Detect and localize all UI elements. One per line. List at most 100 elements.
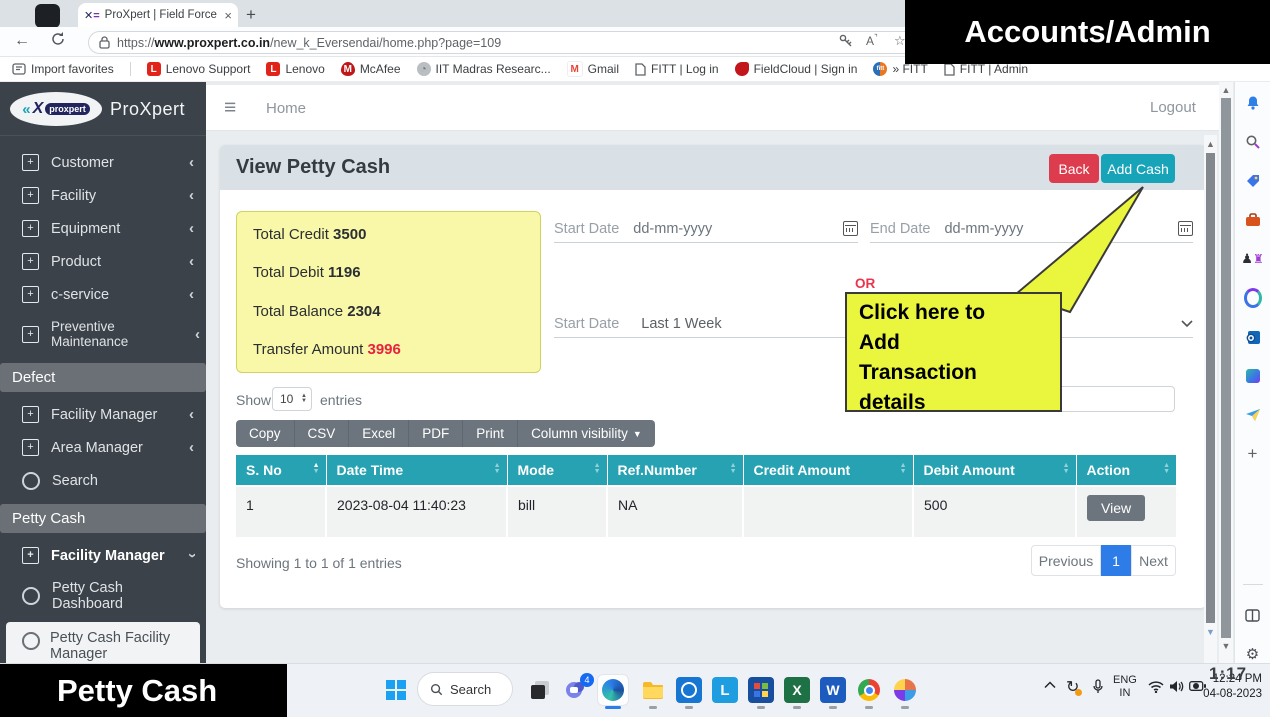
start-date-field[interactable]: Start Date dd-mm-yyyy [554, 215, 858, 243]
paint-button[interactable] [892, 677, 918, 703]
tray-expand-icon[interactable] [1044, 681, 1056, 689]
bookmark-import-favorites[interactable]: Import favorites [12, 62, 114, 76]
view-button[interactable]: View [1087, 495, 1145, 521]
chat-teams-button[interactable]: 4 [563, 677, 589, 703]
col-debit-amount[interactable]: Debit Amount▲▼ [913, 455, 1076, 486]
tab-close-icon[interactable]: × [224, 8, 232, 23]
brand-row[interactable]: «X proxpert ProXpert [0, 82, 206, 136]
sidebar-item-petty-cash-facility-manager[interactable]: Petty Cash Facility Manager [6, 622, 200, 663]
microsoft-store-button[interactable] [748, 677, 774, 703]
address-bar[interactable]: https://www.proxpert.co.in/new_k_Eversen… [88, 31, 968, 54]
print-button[interactable]: Print [463, 420, 518, 447]
calendar-icon[interactable] [843, 221, 858, 236]
sidebar-item-area-manager[interactable]: + Area Manager‹ [0, 431, 206, 464]
windows-start-button[interactable] [383, 677, 409, 703]
sidebar-item-c-service[interactable]: + c-service‹ [0, 278, 206, 311]
new-tab-button[interactable]: + [246, 5, 256, 25]
bookmark-fitt-login[interactable]: FITT | Log in [635, 62, 719, 76]
settings-gear-icon[interactable]: ⚙ [1244, 645, 1262, 663]
bookmark-mcafee[interactable]: M McAfee [341, 62, 401, 76]
hamburger-menu-icon[interactable]: ≡ [224, 96, 236, 120]
bookmark-fieldcloud[interactable]: FieldCloud | Sign in [735, 62, 858, 76]
browser-scrollbar-thumb[interactable] [1221, 98, 1231, 638]
next-page-button[interactable]: Next [1131, 545, 1176, 576]
browser-tab[interactable]: ✕= ProXpert | Field Force Automation × [78, 3, 238, 27]
file-explorer-button[interactable] [640, 677, 666, 703]
calendar-icon[interactable] [1178, 221, 1193, 236]
shopping-tag-icon[interactable] [1244, 172, 1262, 190]
password-key-icon[interactable] [838, 33, 853, 48]
bookmark-lenovo[interactable]: L Lenovo [266, 62, 324, 76]
back-button[interactable]: Back [1049, 154, 1099, 183]
language-indicator[interactable]: ENGIN [1113, 674, 1137, 700]
pdf-button[interactable]: PDF [409, 420, 463, 447]
copy-button[interactable]: Copy [236, 420, 295, 447]
page-size-select[interactable]: 10 ▲▼ [272, 387, 312, 411]
add-cash-button[interactable]: Add Cash [1101, 154, 1175, 183]
tab-actions-icon[interactable] [35, 4, 60, 28]
bookmark-fitt[interactable]: fitt » FITT [873, 62, 927, 76]
designer-icon[interactable] [1244, 367, 1262, 385]
excel-button[interactable]: X [784, 677, 810, 703]
lenovo-app-button[interactable]: L [712, 677, 738, 703]
bookmark-gmail[interactable]: M Gmail [567, 61, 619, 77]
bookmark-lenovo-support[interactable]: L Lenovo Support [147, 62, 251, 76]
back-icon[interactable]: ← [14, 32, 30, 50]
scroll-down-icon[interactable]: ▼ [1219, 641, 1233, 651]
column-visibility-button[interactable]: Column visibility ▼ [518, 420, 655, 447]
sidebar-item-equipment[interactable]: + Equipment‹ [0, 212, 206, 245]
bookmark-iit-madras[interactable]: ◔ IIT Madras Researc... [417, 62, 551, 76]
sidebar-item-facility-manager[interactable]: + Facility Manager‹ [0, 398, 206, 431]
col-mode[interactable]: Mode▲▼ [507, 455, 607, 486]
previous-page-button[interactable]: Previous [1031, 545, 1101, 576]
logout-link[interactable]: Logout [1150, 99, 1196, 116]
add-sidebar-icon[interactable]: + [1244, 445, 1262, 463]
excel-button[interactable]: Excel [349, 420, 409, 447]
inner-scrollbar[interactable]: ▲ ▼ [1204, 135, 1217, 663]
update-sync-icon[interactable]: ↻ [1066, 677, 1079, 697]
sidebar-item-search[interactable]: Search [0, 464, 206, 498]
outlook-icon[interactable] [1244, 328, 1262, 346]
games-icon[interactable]: ♟♜ [1244, 250, 1262, 268]
search-input[interactable] [1047, 386, 1175, 412]
browser-scrollbar[interactable]: ▲ ▼ [1219, 82, 1233, 663]
scroll-up-icon[interactable]: ▲ [1219, 85, 1233, 95]
blue-o-app-button[interactable] [676, 677, 702, 703]
col-ref-number[interactable]: Ref.Number▲▼ [607, 455, 743, 486]
sidebar-item-product[interactable]: + Product‹ [0, 245, 206, 278]
wifi-icon[interactable] [1148, 681, 1164, 693]
col-action[interactable]: Action▲▼ [1076, 455, 1176, 486]
edge-browser-button[interactable] [597, 674, 629, 706]
scroll-up-icon[interactable]: ▲ [1204, 139, 1217, 149]
col-credit-amount[interactable]: Credit Amount▲▼ [743, 455, 913, 486]
inner-scrollbar-thumb[interactable] [1206, 153, 1215, 623]
favorite-star-icon[interactable]: ☆ [894, 33, 906, 49]
scroll-down-icon[interactable]: ▼ [1204, 627, 1217, 637]
home-link[interactable]: Home [266, 100, 306, 117]
sidebar-item-customer[interactable]: + Customer‹ [0, 146, 206, 179]
csv-button[interactable]: CSV [295, 420, 350, 447]
task-view-button[interactable] [527, 677, 553, 703]
sidebar-item-petty-cash-dashboard[interactable]: Petty Cash Dashboard [0, 572, 206, 620]
current-page-button[interactable]: 1 [1101, 545, 1131, 576]
chrome-button[interactable] [856, 677, 882, 703]
sidebar-item-preventive-maintenance[interactable]: + Preventive Maintenance‹ [0, 311, 206, 357]
drop-icon[interactable] [1244, 406, 1262, 424]
col-date-time[interactable]: Date Time▲▼ [326, 455, 507, 486]
col-s-no[interactable]: S. No▲▼ [236, 455, 326, 486]
speaker-icon[interactable] [1169, 680, 1184, 693]
split-screen-icon[interactable] [1244, 606, 1262, 624]
search-icon[interactable] [1244, 133, 1262, 151]
word-button[interactable]: W [820, 677, 846, 703]
notifications-bell-icon[interactable] [1244, 94, 1262, 112]
refresh-icon[interactable] [50, 31, 66, 47]
read-aloud-icon[interactable]: A⌝ [866, 33, 878, 48]
bookmark-fitt-admin[interactable]: FITT | Admin [944, 62, 1028, 76]
toolbox-icon[interactable] [1244, 211, 1262, 229]
taskbar-search[interactable]: Search [417, 672, 513, 706]
sidebar-item-facility[interactable]: + Facility‹ [0, 179, 206, 212]
sidebar-item-petty-cash-facility-manager-group[interactable]: + Facility Manager ‹ [0, 539, 206, 572]
end-date-field[interactable]: End Date dd-mm-yyyy [870, 215, 1193, 243]
copilot-loop-icon[interactable] [1244, 289, 1262, 307]
microphone-icon[interactable] [1092, 679, 1104, 694]
